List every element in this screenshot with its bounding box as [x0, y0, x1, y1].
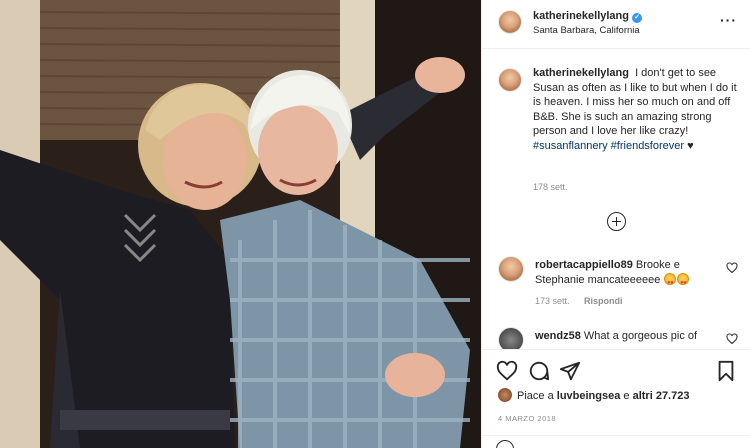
comment-body: What a gorgeous pic of — [583, 330, 698, 342]
add-comment-bar — [482, 435, 750, 448]
author-username-text[interactable]: katherinekellylang — [533, 10, 629, 22]
more-options-icon[interactable]: ··· — [720, 12, 737, 28]
heart-eyes-emoji-icon — [677, 273, 690, 291]
caption-time: 178 sett. — [533, 182, 568, 192]
likes-count[interactable]: altri 27.723 — [633, 390, 690, 402]
commenter-avatar[interactable] — [498, 256, 524, 282]
post-date: 4 MARZO 2018 — [498, 414, 557, 423]
author-avatar[interactable] — [498, 10, 522, 34]
post-actions-bar: Piace a luvbeingsea e altri 27.723 4 MAR… — [482, 349, 750, 448]
commenter-username[interactable]: robertacappiello89 — [535, 259, 633, 271]
likes-prefix: Piace a — [517, 390, 554, 402]
emoji-picker-icon[interactable] — [496, 440, 514, 448]
heart-eyes-emoji-icon — [664, 273, 677, 291]
verified-badge-icon: ✓ — [632, 13, 642, 23]
post-header: katherinekellylang ✓ Santa Barbara, Calif… — [482, 0, 750, 49]
likes-summary: Piace a luvbeingsea e altri 27.723 — [498, 388, 689, 402]
bookmark-icon[interactable] — [715, 360, 737, 382]
liker-avatar[interactable] — [498, 388, 512, 402]
caption-avatar[interactable] — [498, 68, 522, 92]
likes-conjunction: e — [623, 390, 630, 402]
comment-text: robertacappiello89 Brooke e Stephanie ma… — [535, 258, 715, 291]
hashtag-link[interactable]: #susanflannery — [533, 140, 608, 152]
comment-meta: 173 sett. Rispondi — [535, 296, 635, 306]
post-photo[interactable] — [0, 0, 481, 448]
post-location[interactable]: Santa Barbara, California — [533, 25, 640, 36]
comment-like-icon[interactable] — [726, 333, 738, 345]
commenter-username[interactable]: wendz58 — [535, 330, 581, 342]
author-username[interactable]: katherinekellylang ✓ — [533, 10, 642, 23]
comment-like-icon[interactable] — [726, 262, 738, 274]
caption-text: katherinekellylang I don't get to see Su… — [533, 66, 745, 153]
heart-emoji: ♥ — [687, 139, 694, 152]
reply-button[interactable]: Rispondi — [584, 296, 623, 306]
comment-time: 173 sett. — [535, 296, 570, 306]
comment-text: wendz58 What a gorgeous pic of — [535, 329, 715, 344]
caption-username[interactable]: katherinekellylang — [533, 67, 629, 79]
comment-icon[interactable] — [528, 360, 550, 382]
post-side-panel: katherinekellylang ✓ Santa Barbara, Calif… — [481, 0, 750, 448]
heart-icon[interactable] — [496, 360, 518, 382]
photo-illustration — [0, 0, 481, 448]
load-more-comments-icon[interactable] — [607, 212, 626, 231]
liker-username[interactable]: luvbeingsea — [557, 390, 621, 402]
hashtag-link[interactable]: #friendsforever — [611, 140, 684, 152]
paper-plane-icon[interactable] — [559, 360, 581, 382]
